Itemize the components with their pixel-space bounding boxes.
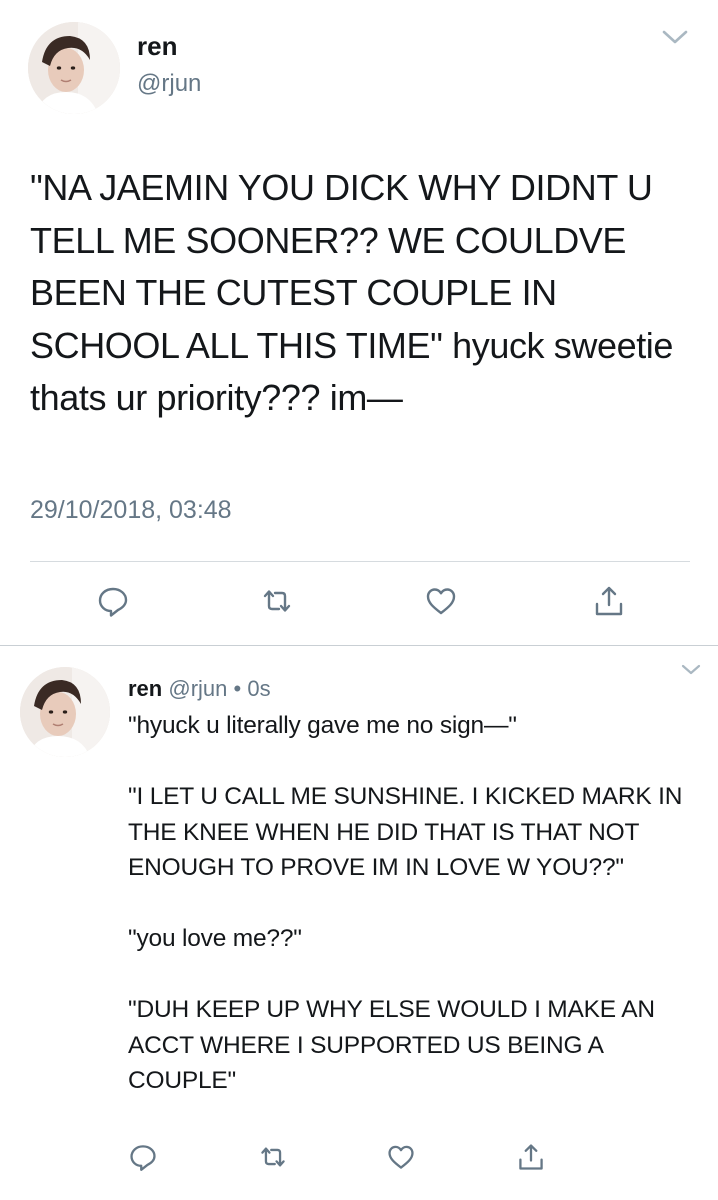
display-name[interactable]: ren — [137, 31, 177, 62]
display-name[interactable]: ren — [128, 676, 162, 701]
avatar[interactable] — [28, 22, 120, 114]
tweet-separator — [0, 645, 718, 646]
dot-separator: • — [233, 676, 242, 701]
tweet-text: "hyuck u literally gave me no sign—" "I … — [128, 712, 683, 1094]
like-icon[interactable] — [386, 1142, 416, 1172]
retweet-icon[interactable] — [258, 1142, 288, 1172]
like-icon[interactable] — [424, 584, 458, 618]
tweet-timestamp[interactable]: 29/10/2018, 03:48 — [30, 496, 232, 525]
share-icon[interactable] — [592, 584, 626, 618]
retweet-icon[interactable] — [260, 584, 294, 618]
user-handle[interactable]: @rjun — [137, 70, 201, 98]
chevron-down-icon[interactable] — [660, 26, 690, 48]
reply-icon[interactable] — [128, 1142, 158, 1172]
share-icon[interactable] — [516, 1142, 546, 1172]
chevron-down-icon[interactable] — [680, 662, 702, 678]
tweet-age[interactable]: 0s — [247, 676, 270, 701]
reply-icon[interactable] — [96, 584, 130, 618]
avatar[interactable] — [20, 667, 110, 757]
tweet-header: ren @rjun • 0s — [128, 676, 271, 702]
tweet-text: "NA JAEMIN YOU DICK WHY DIDNT U TELL ME … — [30, 167, 674, 418]
user-handle[interactable]: @rjun — [168, 676, 227, 701]
divider — [30, 561, 690, 562]
